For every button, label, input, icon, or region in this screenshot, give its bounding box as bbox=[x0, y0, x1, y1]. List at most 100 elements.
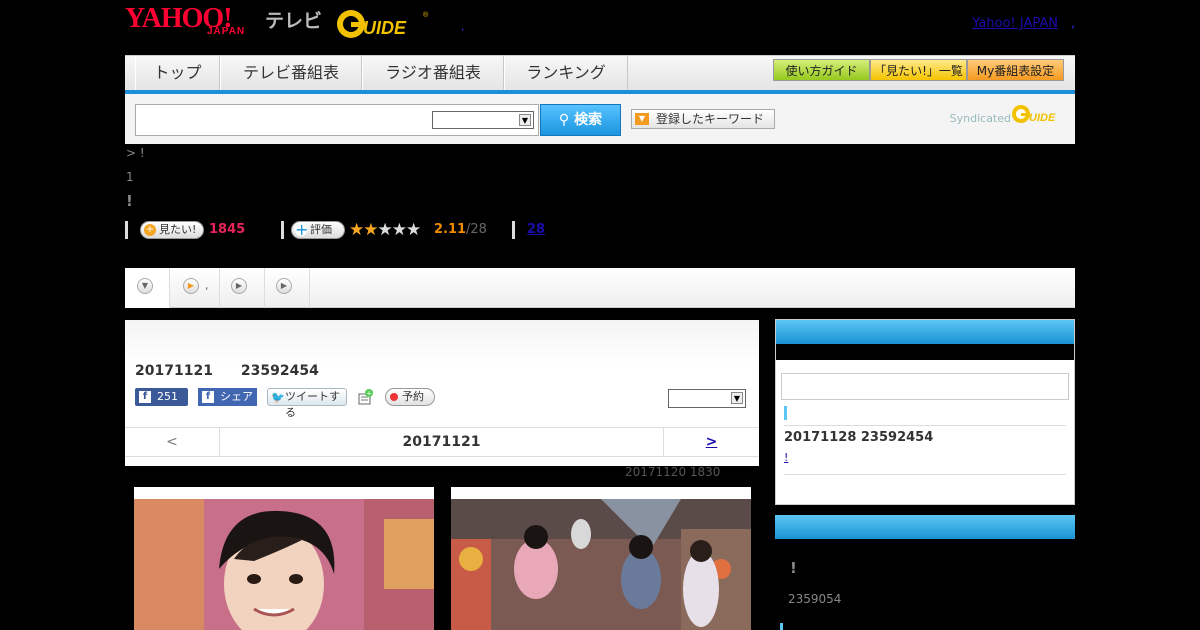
facebook-icon: f bbox=[202, 391, 214, 403]
nav-tab-tv[interactable]: テレビ番組表 bbox=[220, 56, 362, 91]
svg-text:®: ® bbox=[423, 11, 429, 19]
reserve-label: 予約 bbox=[402, 390, 424, 403]
tab-overview[interactable]: ▼ bbox=[125, 268, 170, 308]
mitai-list-button[interactable]: 「見たい!」一覧 bbox=[870, 59, 967, 81]
sidebar2-id: 2359054 bbox=[788, 592, 842, 606]
star-empty-icon: ★ bbox=[406, 220, 421, 240]
facebook-share-button[interactable]: f シェア bbox=[198, 388, 257, 406]
twitter-bird-icon: 🐦 bbox=[271, 391, 285, 404]
review-count-link[interactable]: 28 bbox=[527, 222, 545, 237]
program-title: ! bbox=[126, 192, 133, 210]
metric-divider bbox=[281, 221, 284, 239]
tweet-button[interactable]: 🐦 ツイートする bbox=[267, 388, 347, 419]
svg-text:UIDE: UIDE bbox=[1029, 112, 1056, 124]
current-date: 20171121 bbox=[402, 434, 481, 450]
next-date-link[interactable]: > bbox=[663, 428, 759, 456]
search-genre-select[interactable]: ▼ bbox=[432, 111, 534, 129]
content-tabs: ▼ ▶ , ▶ ▶ bbox=[125, 268, 1075, 308]
reminder-add-icon[interactable]: + bbox=[357, 389, 373, 405]
header-comma: , bbox=[1071, 16, 1075, 30]
keyword-button-label: 登録したキーワード bbox=[656, 112, 765, 126]
star-filled-icon: ★ bbox=[349, 220, 364, 240]
yahoo-japan-link[interactable]: Yahoo! JAPAN bbox=[972, 16, 1058, 31]
gguide-small-logo: UIDE bbox=[1012, 105, 1056, 124]
chevron-down-icon: ▼ bbox=[137, 278, 153, 294]
nav-tab-ranking[interactable]: ランキング bbox=[504, 56, 628, 91]
main-panel: 20171121 23592454 f 251 f シェア 🐦 ツイートする + bbox=[125, 320, 759, 466]
play-icon: ▶ bbox=[231, 278, 247, 294]
search-button[interactable]: ⚲ 検索 bbox=[540, 104, 621, 136]
sidebar2-marker bbox=[780, 623, 783, 630]
nav-tab-top[interactable]: トップ bbox=[135, 56, 220, 91]
play-icon: ▶ bbox=[276, 278, 292, 294]
sidebar-box-2: ! 2359054 bbox=[775, 515, 1075, 630]
svg-text:+: + bbox=[366, 390, 372, 398]
want-button-label: 見たい! bbox=[159, 223, 197, 236]
sidebar2-title: ! bbox=[790, 559, 797, 577]
play-icon: ▶ bbox=[183, 278, 199, 294]
syndicated-label: Syndicated bbox=[949, 112, 1011, 125]
rate-button-label: 評価 bbox=[310, 223, 332, 236]
facebook-like-button[interactable]: f 251 bbox=[135, 388, 188, 406]
breadcrumb: > ! bbox=[126, 146, 145, 160]
rating-value: 2.11 bbox=[434, 222, 467, 237]
facebook-like-count: 251 bbox=[157, 390, 178, 403]
rate-button[interactable]: + 評価 bbox=[291, 221, 345, 239]
tweet-label: ツイートする bbox=[285, 390, 340, 419]
star-filled-icon: ★ bbox=[363, 220, 378, 240]
tab-2[interactable]: ▶ , bbox=[170, 268, 220, 308]
facebook-icon: f bbox=[139, 391, 151, 403]
my-schedule-button[interactable]: My番組表設定 bbox=[967, 59, 1064, 81]
sidebar-item-link[interactable]: ! bbox=[784, 451, 788, 464]
plus-icon: + bbox=[144, 224, 156, 236]
sidebar-header bbox=[776, 320, 1074, 344]
sidebar-item-text: 20171128 23592454 bbox=[784, 430, 934, 445]
tab-2-label: , bbox=[205, 279, 209, 292]
header-dot: , bbox=[461, 22, 465, 33]
sidebar-header-bar bbox=[776, 344, 1074, 360]
chevron-down-icon: ▼ bbox=[519, 114, 531, 126]
metric-divider bbox=[512, 221, 515, 239]
tab-3[interactable]: ▶ bbox=[220, 268, 265, 308]
divider bbox=[784, 425, 1066, 426]
want-button[interactable]: + 見たい! bbox=[140, 221, 204, 239]
search-strip: ▼ ⚲ 検索 ▼ 登録したキーワード Syndicated UIDE bbox=[125, 94, 1075, 144]
page: YAHOO! JAPAN テレビ UIDE ® , Yahoo! JAPAN ,… bbox=[0, 0, 1200, 630]
main-nav: トップ テレビ番組表 ラジオ番組表 ランキング 使い方ガイド 「見たい!」一覧 … bbox=[125, 55, 1075, 95]
gguide-logo[interactable]: UIDE ® bbox=[335, 8, 430, 40]
svg-text:UIDE: UIDE bbox=[363, 18, 407, 38]
main-select[interactable]: ▼ bbox=[668, 389, 746, 408]
tv-label[interactable]: テレビ bbox=[265, 6, 322, 33]
star-empty-icon: ★ bbox=[391, 220, 407, 240]
tab-4[interactable]: ▶ bbox=[265, 268, 310, 308]
studio-photo bbox=[451, 499, 751, 630]
header: YAHOO! JAPAN テレビ UIDE ® , Yahoo! JAPAN , bbox=[125, 0, 1075, 50]
metric-divider bbox=[125, 221, 128, 239]
search-button-label: 検索 bbox=[574, 112, 603, 128]
program-photo-1[interactable] bbox=[134, 487, 434, 630]
program-metrics: + 見たい! 1845 + 評価 ★★★★★ 2.11 /28 28 bbox=[125, 220, 725, 242]
search-icon: ⚲ bbox=[558, 112, 570, 128]
guide-button[interactable]: 使い方ガイド bbox=[773, 59, 870, 81]
chevron-down-icon: ▼ bbox=[731, 392, 743, 404]
nav-tab-radio[interactable]: ラジオ番組表 bbox=[362, 56, 504, 91]
program-photo-2[interactable] bbox=[451, 487, 751, 630]
reserve-button[interactable]: 予約 bbox=[385, 388, 435, 406]
plus-icon: + bbox=[295, 220, 309, 239]
rating-count: /28 bbox=[466, 222, 487, 237]
main-title: 20171121 23592454 bbox=[135, 363, 319, 379]
yahoo-logo-sub: JAPAN bbox=[207, 26, 246, 37]
record-icon bbox=[390, 393, 398, 401]
sidebar2-body bbox=[775, 539, 1075, 630]
program-line: 1 bbox=[126, 170, 134, 184]
sidebar-box-related: 20171128 23592454 ! bbox=[775, 319, 1075, 505]
want-count: 1845 bbox=[209, 222, 246, 237]
star-empty-icon: ★ bbox=[377, 220, 393, 240]
registered-keyword-button[interactable]: ▼ 登録したキーワード bbox=[631, 109, 775, 129]
sidebar2-header bbox=[775, 515, 1075, 539]
date-navigation: < 20171121 > bbox=[125, 427, 759, 457]
dropdown-triangle-icon: ▼ bbox=[635, 113, 649, 125]
sidebar-input[interactable] bbox=[781, 373, 1069, 400]
prev-date-button[interactable]: < bbox=[125, 428, 220, 456]
rating-stars: ★★★★★ bbox=[349, 220, 421, 240]
